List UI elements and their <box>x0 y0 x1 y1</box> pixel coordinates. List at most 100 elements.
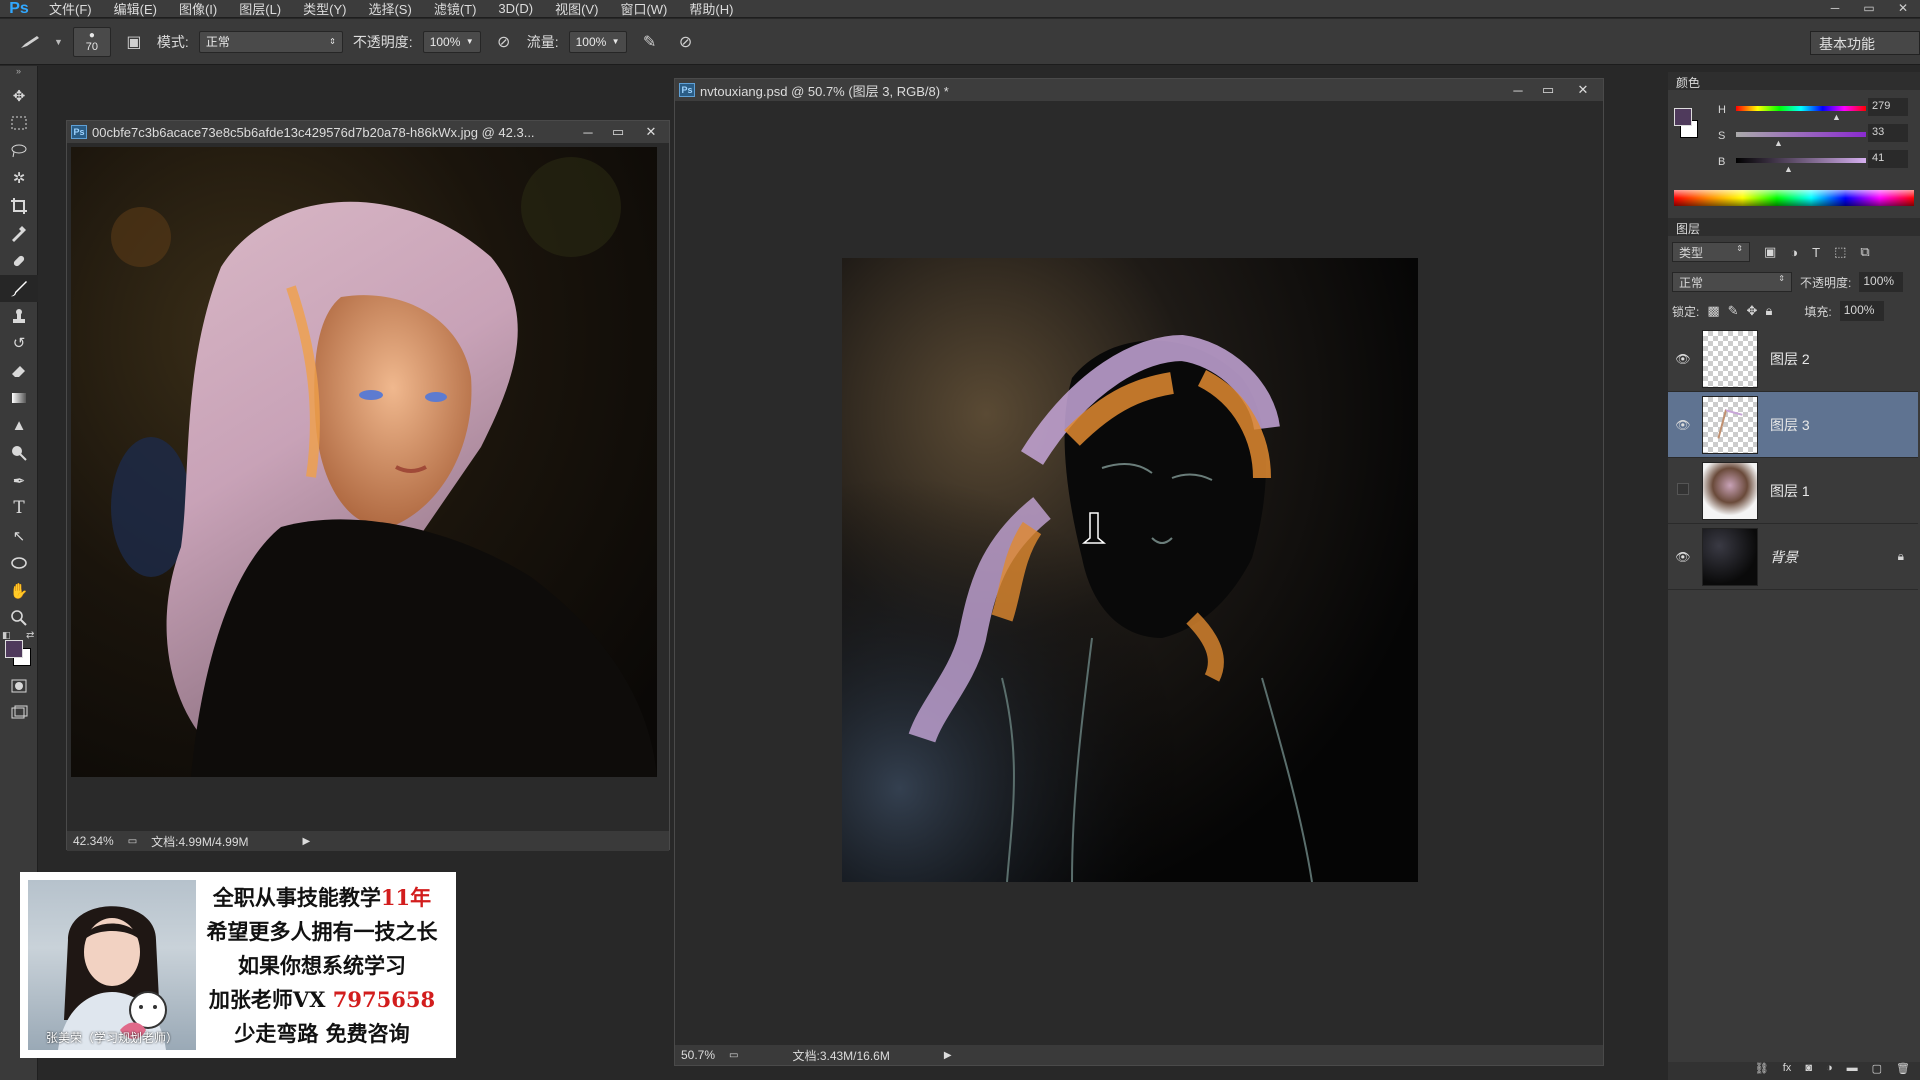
pressure-opacity-icon[interactable]: ⊘ <box>491 29 517 55</box>
menu-window[interactable]: 窗口(W) <box>609 0 678 18</box>
layer-style-icon[interactable]: fx <box>1783 1062 1792 1080</box>
document-title-bar[interactable]: Ps 00cbfe7c3b6acace73e8c5b6afde13c429576… <box>67 121 669 143</box>
swap-colors-icon[interactable]: ⇄ <box>26 630 34 641</box>
workspace-select[interactable]: 基本功能 <box>1810 31 1920 55</box>
layers-panel-tab[interactable]: 图层 <box>1668 218 1920 236</box>
link-layers-icon[interactable]: ⛓ <box>1755 1062 1769 1080</box>
mode-select[interactable]: 正常 ⇕ <box>198 30 343 53</box>
blend-mode-select[interactable]: 正常 ⇕ <box>1672 272 1792 292</box>
brightness-slider-thumb-icon[interactable]: ▲ <box>1784 164 1793 174</box>
new-layer-icon[interactable]: ▢ <box>1872 1062 1882 1080</box>
zoom-tool-icon[interactable] <box>0 605 38 633</box>
color-panel-tab[interactable]: 颜色 <box>1668 72 1920 90</box>
layer-name[interactable]: 背景 <box>1770 547 1798 567</box>
color-spectrum-ramp[interactable] <box>1674 190 1914 206</box>
filter-pixel-icon[interactable]: ▣ <box>1764 244 1776 260</box>
eyedropper-tool-icon[interactable] <box>0 220 38 248</box>
doc-minimize-icon[interactable]: ─ <box>1503 83 1533 98</box>
lock-all-icon[interactable]: 🔒︎ <box>1765 303 1772 319</box>
foreground-color-swatch[interactable] <box>5 640 23 658</box>
ellipse-tool-icon[interactable] <box>0 550 38 578</box>
brush-tool-icon[interactable] <box>0 274 38 302</box>
filter-type-icon[interactable]: T <box>1812 245 1820 260</box>
layer-row[interactable]: 👁︎ 图层 3 <box>1668 392 1918 458</box>
hue-slider-thumb-icon[interactable]: ▲ <box>1832 112 1841 122</box>
hue-slider[interactable] <box>1736 106 1866 111</box>
menu-edit[interactable]: 编辑(E) <box>103 0 168 18</box>
document-window-reference[interactable]: Ps 00cbfe7c3b6acace73e8c5b6afde13c429576… <box>66 120 670 851</box>
saturation-input[interactable]: 33 <box>1868 124 1908 142</box>
pressure-size-icon[interactable]: ⊘ <box>673 29 699 55</box>
doc-minimize-icon[interactable]: ─ <box>573 125 603 140</box>
delete-layer-icon[interactable]: 🗑︎ <box>1896 1062 1910 1080</box>
doc-close-icon[interactable]: ✕ <box>633 124 669 140</box>
screen-mode-icon[interactable] <box>0 700 38 728</box>
canvas-area[interactable] <box>675 101 1603 1045</box>
history-brush-tool-icon[interactable]: ↺ <box>0 330 38 358</box>
filter-adjustment-icon[interactable]: ◑ <box>1790 245 1798 260</box>
zoom-level[interactable]: 50.7% <box>681 1048 715 1062</box>
doc-maximize-icon[interactable]: ▭ <box>1533 82 1563 98</box>
layer-row[interactable]: 👁︎ 背景 🔒︎ <box>1668 524 1918 590</box>
magic-wand-tool-icon[interactable]: ✲ <box>0 165 38 193</box>
status-menu-arrow-icon[interactable]: ▶ <box>303 836 311 847</box>
lock-transparent-icon[interactable]: ▩ <box>1707 303 1719 319</box>
visibility-eye-icon[interactable]: 👁︎ <box>1668 418 1698 432</box>
fill-input[interactable]: 100% <box>1839 301 1884 321</box>
lock-pixels-icon[interactable]: ✎ <box>1728 303 1739 319</box>
menu-3d[interactable]: 3D(D) <box>487 1 544 16</box>
lasso-tool-icon[interactable] <box>0 137 38 165</box>
healing-brush-tool-icon[interactable] <box>0 247 38 275</box>
saturation-slider-thumb-icon[interactable]: ▲ <box>1774 138 1783 148</box>
layer-name[interactable]: 图层 2 <box>1770 349 1810 369</box>
gradient-tool-icon[interactable] <box>0 385 38 413</box>
app-close-icon[interactable]: ✕ <box>1890 0 1916 16</box>
visibility-eye-icon[interactable]: 👁︎ <box>1668 352 1698 366</box>
new-group-icon[interactable]: ▬ <box>1847 1062 1858 1080</box>
menu-layer[interactable]: 图层(L) <box>228 0 292 18</box>
brush-size-picker[interactable]: ● 70 <box>72 26 111 57</box>
blur-tool-icon[interactable]: ▲ <box>0 412 38 440</box>
color-swatches[interactable]: ◧ ⇄ <box>0 630 37 672</box>
move-tool-icon[interactable]: ✥ <box>0 82 38 110</box>
menu-image[interactable]: 图像(I) <box>168 0 228 18</box>
menu-filter[interactable]: 滤镜(T) <box>423 0 488 18</box>
brightness-input[interactable]: 41 <box>1868 150 1908 168</box>
flow-input[interactable]: 100% ▼ <box>568 30 627 53</box>
marquee-tool-icon[interactable] <box>0 110 38 138</box>
doc-maximize-icon[interactable]: ▭ <box>603 124 633 140</box>
menu-type[interactable]: 类型(Y) <box>292 0 357 18</box>
brightness-slider[interactable] <box>1736 158 1866 163</box>
zoom-level[interactable]: 42.34% <box>73 834 114 848</box>
filter-smart-object-icon[interactable]: ⧉ <box>1860 244 1869 260</box>
layer-name[interactable]: 图层 1 <box>1770 481 1810 501</box>
menu-file[interactable]: 文件(F) <box>38 0 103 18</box>
layer-row[interactable]: 图层 1 <box>1668 458 1918 524</box>
layer-row[interactable]: 👁︎ 图层 2 <box>1668 326 1918 392</box>
eraser-tool-icon[interactable] <box>0 357 38 385</box>
status-menu-arrow-icon[interactable]: ▶ <box>944 1050 952 1061</box>
filter-shape-icon[interactable]: ⬚ <box>1834 244 1846 260</box>
document-title-bar[interactable]: Ps nvtouxiang.psd @ 50.7% (图层 3, RGB/8) … <box>675 79 1603 101</box>
hand-tool-icon[interactable]: ✋ <box>0 577 38 605</box>
hue-input[interactable]: 279 <box>1868 98 1908 116</box>
brush-panel-icon[interactable]: ▣ <box>121 29 147 55</box>
app-maximize-icon[interactable]: ▭ <box>1856 0 1882 16</box>
menu-view[interactable]: 视图(V) <box>544 0 609 18</box>
canvas-area[interactable] <box>67 143 669 831</box>
path-selection-tool-icon[interactable]: ↖ <box>0 522 38 550</box>
doc-close-icon[interactable]: ✕ <box>1563 82 1603 98</box>
layer-filter-select[interactable]: 类型 ⇕ <box>1672 242 1750 262</box>
brush-preset-icon[interactable] <box>18 29 44 55</box>
visibility-eye-empty-icon[interactable] <box>1668 483 1698 498</box>
add-mask-icon[interactable]: ◙ <box>1805 1062 1812 1080</box>
painting-canvas[interactable] <box>842 258 1418 882</box>
menu-select[interactable]: 选择(S) <box>357 0 422 18</box>
layer-name[interactable]: 图层 3 <box>1770 415 1810 435</box>
visibility-eye-icon[interactable]: 👁︎ <box>1668 550 1698 564</box>
adjustment-layer-icon[interactable]: ◑ <box>1826 1062 1833 1080</box>
document-window-psd[interactable]: Ps nvtouxiang.psd @ 50.7% (图层 3, RGB/8) … <box>674 78 1604 1066</box>
toolbar-collapse-icon[interactable]: » <box>0 66 37 82</box>
opacity-input[interactable]: 100% ▼ <box>422 30 481 53</box>
crop-tool-icon[interactable] <box>0 192 38 220</box>
